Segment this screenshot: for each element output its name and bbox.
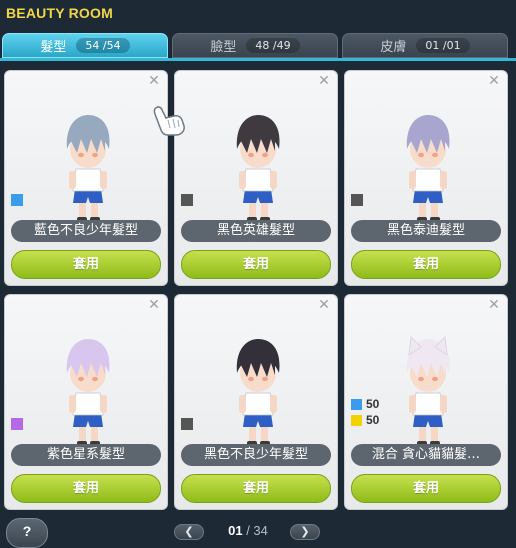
tab-underline [0, 58, 516, 61]
style-card[interactable]: ✕ 紫色星系髮型 套用 [4, 294, 168, 510]
close-icon[interactable]: ✕ [487, 298, 501, 312]
mix-color-swatch [351, 414, 362, 426]
category-tabs: 髮型 54 /54 臉型 48 /49 皮膚 01 /01 [0, 33, 516, 59]
color-swatch [181, 418, 193, 430]
avatar [406, 336, 450, 446]
style-name: 混合 貪心貓貓髮… [351, 444, 501, 466]
color-swatch [11, 194, 23, 206]
pagination: ❮ 01 / 34 ❯ [174, 522, 320, 540]
window-title: BEAUTY ROOM [6, 5, 113, 21]
tab-face-label: 臉型 [210, 40, 237, 55]
color-swatch [351, 194, 363, 206]
tab-face[interactable]: 臉型 48 /49 [172, 33, 338, 58]
style-grid: ✕ 藍色不良少年髮型 套用 ✕ 黑色英雄髮型 套用 ✕ 黑色泰迪髮型 套用 ✕ … [4, 70, 510, 515]
style-card[interactable]: ✕ 黑色英雄髮型 套用 [174, 70, 338, 286]
chevron-right-icon[interactable]: ❯ [290, 524, 320, 540]
tab-skin-label: 皮膚 [380, 40, 407, 55]
avatar [406, 115, 450, 222]
avatar [236, 115, 280, 222]
apply-button[interactable]: 套用 [181, 474, 331, 503]
mix-ratio: 50 50 [351, 396, 379, 428]
avatar [236, 339, 280, 446]
help-button[interactable]: ? [6, 518, 48, 548]
tab-face-count: 48 /49 [246, 38, 300, 53]
apply-button[interactable]: 套用 [11, 474, 161, 503]
close-icon[interactable]: ✕ [147, 74, 161, 88]
style-card[interactable]: ✕ 藍色不良少年髮型 套用 [4, 70, 168, 286]
apply-button[interactable]: 套用 [351, 474, 501, 503]
avatar [66, 339, 110, 446]
color-swatch [11, 418, 23, 430]
tab-hair-count: 54 /54 [76, 38, 130, 53]
tab-skin-count: 01 /01 [416, 38, 470, 53]
apply-button[interactable]: 套用 [181, 250, 331, 279]
style-name: 黑色英雄髮型 [181, 220, 331, 242]
avatar [66, 115, 110, 222]
page-current: 01 [228, 523, 243, 538]
tab-hair-label: 髮型 [40, 40, 67, 55]
style-name: 黑色不良少年髮型 [181, 444, 331, 466]
style-name: 黑色泰迪髮型 [351, 220, 501, 242]
style-card[interactable]: ✕ 黑色泰迪髮型 套用 [344, 70, 508, 286]
style-name: 紫色星系髮型 [11, 444, 161, 466]
close-icon[interactable]: ✕ [317, 74, 331, 88]
page-indicator: 01 / 34 [220, 523, 276, 538]
style-card[interactable]: ✕ 黑色不良少年髮型 套用 [174, 294, 338, 510]
apply-button[interactable]: 套用 [11, 250, 161, 279]
close-icon[interactable]: ✕ [487, 74, 501, 88]
tab-hair[interactable]: 髮型 54 /54 [2, 33, 168, 58]
style-name: 藍色不良少年髮型 [11, 220, 161, 242]
chevron-left-icon[interactable]: ❮ [174, 524, 204, 540]
mix-percent: 50 [366, 397, 380, 411]
mix-color-swatch [351, 398, 362, 410]
mix-percent: 50 [366, 413, 380, 427]
close-icon[interactable]: ✕ [317, 298, 331, 312]
hand-cursor-icon [153, 106, 185, 136]
color-swatch [181, 194, 193, 206]
apply-button[interactable]: 套用 [351, 250, 501, 279]
style-card[interactable]: ✕ 50 50 混合 貪心貓貓髮… 套用 [344, 294, 508, 510]
page-total: / 34 [246, 523, 268, 538]
tab-skin[interactable]: 皮膚 01 /01 [342, 33, 508, 58]
close-icon[interactable]: ✕ [147, 298, 161, 312]
